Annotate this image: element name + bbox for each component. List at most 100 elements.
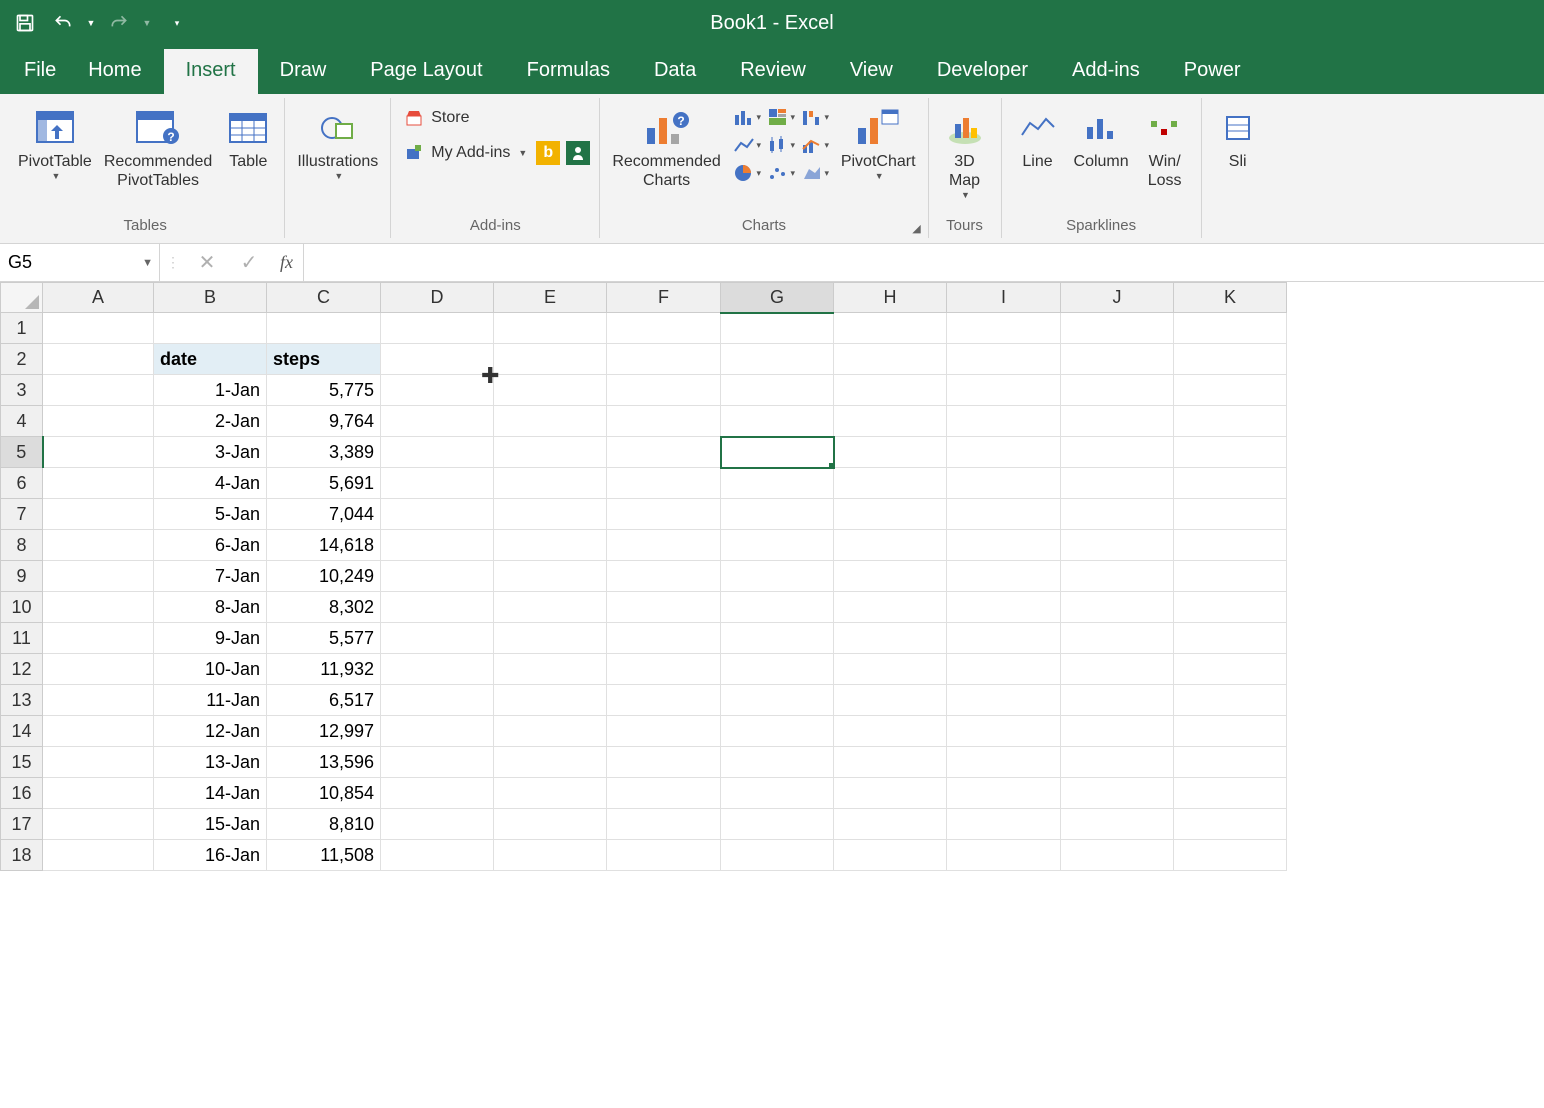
cell-A10[interactable] [43,592,154,623]
redo-dropdown[interactable]: ▼ [140,18,154,28]
column-header-A[interactable]: A [43,283,154,313]
column-header-G[interactable]: G [721,283,834,313]
cell-E15[interactable] [494,747,607,778]
cell-G18[interactable] [721,840,834,871]
scatter-chart-button[interactable]: ▾ [765,160,797,186]
cell-C7[interactable]: 7,044 [267,499,381,530]
cell-J11[interactable] [1061,623,1174,654]
cell-J5[interactable] [1061,437,1174,468]
cell-J8[interactable] [1061,530,1174,561]
cell-H5[interactable] [834,437,947,468]
cell-H13[interactable] [834,685,947,716]
cell-D10[interactable] [381,592,494,623]
row-header-11[interactable]: 11 [1,623,43,654]
cell-B1[interactable] [154,313,267,344]
cell-D17[interactable] [381,809,494,840]
cell-C9[interactable]: 10,249 [267,561,381,592]
undo-button[interactable] [46,8,80,38]
cell-E8[interactable] [494,530,607,561]
cell-H6[interactable] [834,468,947,499]
cell-I14[interactable] [947,716,1061,747]
cancel-formula-button[interactable]: ✕ [186,250,228,275]
row-header-6[interactable]: 6 [1,468,43,499]
cell-H15[interactable] [834,747,947,778]
store-button[interactable]: Store [397,104,475,132]
row-header-15[interactable]: 15 [1,747,43,778]
row-header-4[interactable]: 4 [1,406,43,437]
cell-K15[interactable] [1174,747,1287,778]
cell-I1[interactable] [947,313,1061,344]
enter-formula-button[interactable]: ✓ [228,250,270,275]
cell-K2[interactable] [1174,344,1287,375]
cell-G3[interactable] [721,375,834,406]
cell-D11[interactable] [381,623,494,654]
cell-J6[interactable] [1061,468,1174,499]
cell-G4[interactable] [721,406,834,437]
cell-J3[interactable] [1061,375,1174,406]
cell-A16[interactable] [43,778,154,809]
formula-input[interactable] [303,244,1544,281]
cell-J10[interactable] [1061,592,1174,623]
cell-C11[interactable]: 5,577 [267,623,381,654]
cell-J13[interactable] [1061,685,1174,716]
cell-H4[interactable] [834,406,947,437]
cell-K11[interactable] [1174,623,1287,654]
cell-J1[interactable] [1061,313,1174,344]
cell-H11[interactable] [834,623,947,654]
cell-D7[interactable] [381,499,494,530]
pivotchart-button[interactable]: PivotChart ▼ [835,104,922,183]
cell-E5[interactable] [494,437,607,468]
row-header-3[interactable]: 3 [1,375,43,406]
cell-E12[interactable] [494,654,607,685]
3d-map-button[interactable]: 3D Map ▼ [935,104,995,202]
cell-F13[interactable] [607,685,721,716]
cell-I16[interactable] [947,778,1061,809]
cell-F1[interactable] [607,313,721,344]
cell-H1[interactable] [834,313,947,344]
column-header-H[interactable]: H [834,283,947,313]
row-header-2[interactable]: 2 [1,344,43,375]
column-header-I[interactable]: I [947,283,1061,313]
cell-F7[interactable] [607,499,721,530]
row-header-8[interactable]: 8 [1,530,43,561]
surface-chart-button[interactable]: ▾ [799,160,831,186]
recommended-pivottables-button[interactable]: ? Recommended PivotTables [98,104,219,192]
cell-I4[interactable] [947,406,1061,437]
cell-E7[interactable] [494,499,607,530]
cell-D5[interactable] [381,437,494,468]
row-header-13[interactable]: 13 [1,685,43,716]
cell-K17[interactable] [1174,809,1287,840]
cell-C5[interactable]: 3,389 [267,437,381,468]
cell-D4[interactable] [381,406,494,437]
cell-I9[interactable] [947,561,1061,592]
cell-I6[interactable] [947,468,1061,499]
hierarchy-chart-button[interactable]: ▾ [765,104,797,130]
cell-A3[interactable] [43,375,154,406]
cell-A9[interactable] [43,561,154,592]
cell-K16[interactable] [1174,778,1287,809]
fx-icon[interactable]: fx [270,252,303,273]
cell-J18[interactable] [1061,840,1174,871]
cell-C4[interactable]: 9,764 [267,406,381,437]
cell-F4[interactable] [607,406,721,437]
cell-G1[interactable] [721,313,834,344]
cell-K1[interactable] [1174,313,1287,344]
cell-H16[interactable] [834,778,947,809]
cell-G10[interactable] [721,592,834,623]
row-header-18[interactable]: 18 [1,840,43,871]
cell-B5[interactable]: 3-Jan [154,437,267,468]
cell-G2[interactable] [721,344,834,375]
cell-D15[interactable] [381,747,494,778]
cell-C16[interactable]: 10,854 [267,778,381,809]
cell-A12[interactable] [43,654,154,685]
cell-G7[interactable] [721,499,834,530]
cell-K6[interactable] [1174,468,1287,499]
cell-G5[interactable] [721,437,834,468]
tab-insert[interactable]: Insert [164,49,258,94]
cell-C13[interactable]: 6,517 [267,685,381,716]
cell-A8[interactable] [43,530,154,561]
tab-power[interactable]: Power [1162,49,1263,94]
waterfall-chart-button[interactable]: ▾ [799,104,831,130]
bing-maps-button[interactable]: b [533,138,563,168]
row-header-5[interactable]: 5 [1,437,43,468]
